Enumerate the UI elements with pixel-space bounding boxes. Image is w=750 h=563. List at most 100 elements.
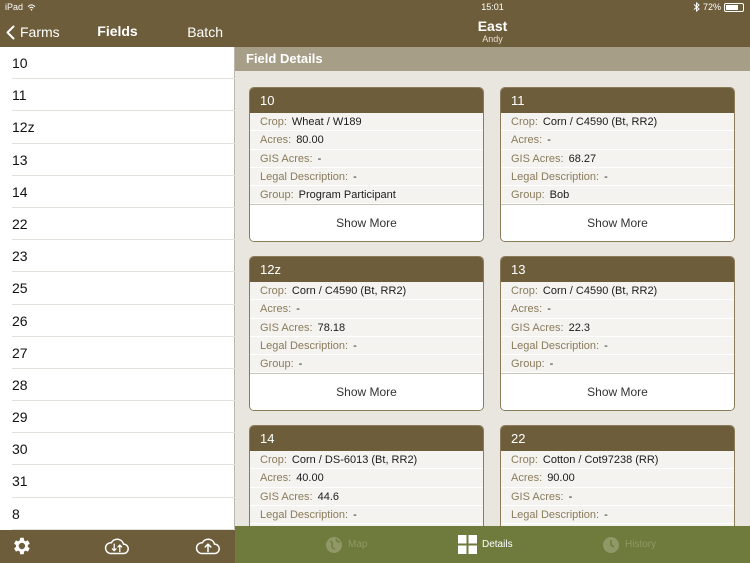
tab-map-label: Map bbox=[348, 539, 368, 550]
field-list-item[interactable]: 10 bbox=[0, 47, 235, 80]
group-row-value: - bbox=[549, 358, 554, 371]
status-time: 15:01 bbox=[481, 2, 504, 12]
crop-row: Crop: Corn / DS-6013 (Bt, RR2) bbox=[250, 451, 483, 470]
field-list-item[interactable]: 28 bbox=[0, 369, 235, 402]
cloud-sync-icon[interactable] bbox=[103, 535, 131, 562]
bluetooth-icon bbox=[693, 2, 700, 12]
group-row: Group: - bbox=[501, 355, 734, 374]
acres-row-label: Acres: bbox=[260, 303, 292, 316]
gis-acres-row: GIS Acres: 68.27 bbox=[501, 150, 734, 168]
crop-row-label: Crop: bbox=[511, 454, 538, 466]
gis-acres-row-label: GIS Acres: bbox=[260, 321, 313, 334]
section-header: Field Details bbox=[235, 47, 750, 71]
acres-row-value: - bbox=[296, 303, 300, 316]
field-card-title: 14 bbox=[250, 426, 483, 451]
acres-row-value: - bbox=[547, 134, 551, 147]
crop-row-label: Crop: bbox=[260, 116, 287, 128]
field-list-item[interactable]: 14 bbox=[0, 176, 235, 209]
gis-acres-row-value: 22.3 bbox=[568, 321, 590, 334]
crop-row-value: Corn / C4590 (Bt, RR2) bbox=[542, 285, 658, 297]
field-list-item[interactable]: 11 bbox=[0, 79, 235, 112]
field-list-item[interactable]: 25 bbox=[0, 272, 235, 305]
field-list-item[interactable]: 30 bbox=[0, 433, 235, 466]
crop-row-value: Corn / C4590 (Bt, RR2) bbox=[291, 285, 407, 297]
show-more-button[interactable]: Show More bbox=[250, 373, 483, 410]
group-row-value: - bbox=[298, 358, 303, 371]
clock-icon bbox=[603, 536, 619, 553]
field-card: 22 Crop: Cotton / Cot97238 (RR) Acres: 90.00… bbox=[500, 425, 735, 526]
legal-description-row: Legal Description: - bbox=[250, 337, 483, 356]
details-pane: 15:01 72% East Andy Field Details 10 Crop… bbox=[235, 0, 750, 563]
field-list-item[interactable]: 23 bbox=[0, 240, 235, 273]
field-card-title: 12z bbox=[250, 257, 483, 282]
crop-row-value: Corn / C4590 (Bt, RR2) bbox=[542, 116, 658, 128]
acres-row-label: Acres: bbox=[260, 134, 292, 147]
field-card-title: 11 bbox=[501, 88, 734, 113]
status-bar-right: 72% bbox=[693, 2, 744, 12]
gis-acres-row: GIS Acres: 44.6 bbox=[250, 488, 483, 506]
group-row-label: Group: bbox=[260, 189, 294, 202]
crop-row: Crop: Corn / C4590 (Bt, RR2) bbox=[501, 113, 734, 132]
acres-row-label: Acres: bbox=[511, 303, 543, 316]
gis-acres-row-label: GIS Acres: bbox=[260, 152, 313, 165]
legal-description-row: Legal Description: - bbox=[250, 506, 483, 525]
acres-row-value: - bbox=[547, 303, 551, 316]
batch-button[interactable]: Batch bbox=[187, 24, 223, 40]
field-card: 12z Crop: Corn / C4590 (Bt, RR2) Acres: - GIS… bbox=[249, 256, 484, 411]
legal-description-row: Legal Description: - bbox=[501, 506, 734, 525]
battery-percent: 72% bbox=[702, 2, 721, 12]
field-list-item[interactable]: 12z bbox=[0, 111, 235, 144]
field-card-title: 10 bbox=[250, 88, 483, 113]
acres-row: Acres: 40.00 bbox=[250, 469, 483, 488]
crop-row-value: Corn / DS-6013 (Bt, RR2) bbox=[291, 454, 418, 466]
gis-acres-row: GIS Acres: 78.18 bbox=[250, 319, 483, 337]
tab-map[interactable]: Map bbox=[325, 526, 367, 563]
group-row: Group: Program Participant bbox=[250, 186, 483, 205]
acres-row-value: 80.00 bbox=[296, 134, 324, 147]
field-card: 10 Crop: Wheat / W189 Acres: 80.00 GIS Acres:… bbox=[249, 87, 484, 242]
tab-history[interactable]: History bbox=[602, 526, 656, 563]
crop-row-value: Wheat / W189 bbox=[291, 116, 362, 128]
acres-row: Acres: - bbox=[501, 131, 734, 150]
show-more-button[interactable]: Show More bbox=[501, 373, 734, 410]
right-nav-bar: 15:01 72% East Andy bbox=[235, 0, 750, 47]
field-card: 14 Crop: Corn / DS-6013 (Bt, RR2) Acres: 40.… bbox=[249, 425, 484, 526]
acres-row-label: Acres: bbox=[260, 472, 292, 485]
legal-description-row-value: - bbox=[604, 170, 608, 183]
legal-description-row: Legal Description: - bbox=[250, 168, 483, 187]
acres-row: Acres: 90.00 bbox=[501, 469, 734, 488]
globe-icon bbox=[326, 536, 342, 553]
legal-description-row-value: - bbox=[604, 339, 608, 352]
battery-level bbox=[726, 4, 738, 10]
acres-row: Acres: 80.00 bbox=[250, 131, 483, 150]
grid-icon bbox=[458, 535, 477, 554]
acres-row: Acres: - bbox=[501, 300, 734, 319]
crop-row: Crop: Cotton / Cot97238 (RR) bbox=[501, 451, 734, 470]
back-to-farms-button[interactable]: Farms bbox=[6, 22, 60, 42]
gis-acres-row: GIS Acres: - bbox=[501, 488, 734, 506]
show-more-button[interactable]: Show More bbox=[501, 204, 734, 241]
show-more-button[interactable]: Show More bbox=[250, 204, 483, 241]
back-label: Farms bbox=[20, 24, 60, 40]
acres-row: Acres: - bbox=[250, 300, 483, 319]
left-toolbar bbox=[0, 530, 235, 563]
gear-icon[interactable] bbox=[10, 535, 32, 562]
gis-acres-row-value: 44.6 bbox=[317, 490, 339, 503]
crop-row: Crop: Corn / C4590 (Bt, RR2) bbox=[250, 282, 483, 301]
crop-row-label: Crop: bbox=[260, 454, 287, 466]
tab-details[interactable]: Details bbox=[458, 526, 513, 563]
field-list-item[interactable]: 22 bbox=[0, 208, 235, 241]
cloud-upload-icon[interactable] bbox=[194, 535, 222, 562]
field-list-item[interactable]: 27 bbox=[0, 337, 235, 370]
gis-acres-row-value: 68.27 bbox=[568, 152, 597, 165]
field-list-item[interactable]: 13 bbox=[0, 144, 235, 176]
gis-acres-row-label: GIS Acres: bbox=[511, 152, 564, 165]
field-list-item[interactable]: 29 bbox=[0, 401, 235, 434]
left-nav-bar: iPad Farms Fields Batch bbox=[0, 0, 235, 47]
gis-acres-row-label: GIS Acres: bbox=[511, 321, 564, 334]
field-list-item[interactable]: 26 bbox=[0, 305, 235, 337]
field-list-item[interactable]: 8 bbox=[0, 498, 235, 530]
legal-description-row-label: Legal Description: bbox=[511, 339, 600, 352]
field-list-item[interactable]: 31 bbox=[0, 465, 235, 498]
acres-row-label: Acres: bbox=[511, 134, 543, 147]
